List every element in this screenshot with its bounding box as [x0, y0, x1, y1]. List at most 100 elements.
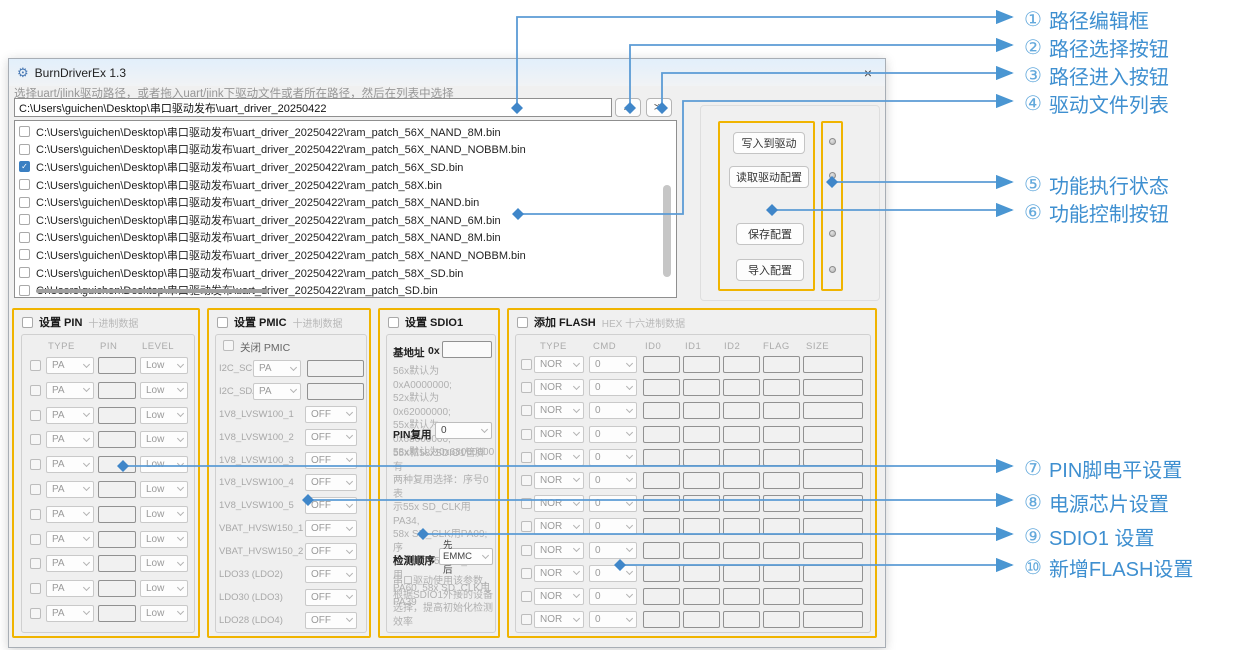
- pmic-switch-select[interactable]: OFF: [305, 520, 357, 537]
- flash-size-input[interactable]: [803, 611, 863, 628]
- pin-row-checkbox[interactable]: [30, 558, 41, 569]
- flash-id2-input[interactable]: [723, 402, 760, 419]
- pin-number-input[interactable]: [98, 506, 136, 523]
- flash-id2-input[interactable]: [723, 542, 760, 559]
- pin-row-checkbox[interactable]: [30, 360, 41, 371]
- file-list-item[interactable]: C:\Users\guichen\Desktop\串口驱动发布\uart_dri…: [15, 176, 676, 194]
- flash-id2-input[interactable]: [723, 588, 760, 605]
- file-list-item[interactable]: C:\Users\guichen\Desktop\串口驱动发布\uart_dri…: [15, 246, 676, 264]
- flash-row-checkbox[interactable]: [521, 614, 532, 625]
- flash-row-checkbox[interactable]: [521, 475, 532, 486]
- file-list-item[interactable]: C:\Users\guichen\Desktop\串口驱动发布\uart_dri…: [15, 141, 676, 159]
- flash-id1-input[interactable]: [683, 472, 720, 489]
- flash-type-select[interactable]: NOR: [534, 542, 584, 559]
- flash-type-select[interactable]: NOR: [534, 426, 584, 443]
- file-item-checkbox[interactable]: [19, 267, 30, 278]
- pin-level-select[interactable]: Low: [140, 555, 188, 572]
- flash-size-input[interactable]: [803, 426, 863, 443]
- flash-id2-input[interactable]: [723, 356, 760, 373]
- pin-type-select[interactable]: PA: [46, 382, 94, 399]
- pin-type-select[interactable]: PA: [46, 481, 94, 498]
- pmic-switch-select[interactable]: OFF: [305, 452, 357, 469]
- flash-id1-input[interactable]: [683, 611, 720, 628]
- action-button[interactable]: 保存配置: [736, 223, 804, 245]
- flash-type-select[interactable]: NOR: [534, 449, 584, 466]
- flash-id0-input[interactable]: [643, 611, 680, 628]
- flash-id2-input[interactable]: [723, 518, 760, 535]
- file-item-checkbox[interactable]: [19, 214, 30, 225]
- pin-number-input[interactable]: [98, 357, 136, 374]
- detect-order-select[interactable]: 先EMMC后: [439, 548, 493, 565]
- pin-type-select[interactable]: PA: [46, 456, 94, 473]
- pin-mux-select[interactable]: 0: [435, 422, 492, 439]
- pin-row-checkbox[interactable]: [30, 434, 41, 445]
- pin-row-checkbox[interactable]: [30, 608, 41, 619]
- flash-cmd-select[interactable]: 0: [589, 379, 637, 396]
- flash-row-checkbox[interactable]: [521, 382, 532, 393]
- pin-level-select[interactable]: Low: [140, 357, 188, 374]
- flash-row-checkbox[interactable]: [521, 568, 532, 579]
- flash-row-checkbox[interactable]: [521, 405, 532, 416]
- pin-level-select[interactable]: Low: [140, 431, 188, 448]
- path-browse-button[interactable]: …: [615, 98, 641, 117]
- flash-cmd-select[interactable]: 0: [589, 588, 637, 605]
- flash-flag-input[interactable]: [763, 611, 800, 628]
- pin-type-select[interactable]: PA: [46, 580, 94, 597]
- close-button[interactable]: ×: [851, 59, 885, 86]
- pin-enable-checkbox[interactable]: [22, 317, 33, 328]
- pin-number-input[interactable]: [98, 456, 136, 473]
- flash-size-input[interactable]: [803, 472, 863, 489]
- flash-id2-input[interactable]: [723, 472, 760, 489]
- pin-level-select[interactable]: Low: [140, 531, 188, 548]
- file-list-item[interactable]: C:\Users\guichen\Desktop\串口驱动发布\uart_dri…: [15, 229, 676, 247]
- action-button[interactable]: 导入配置: [736, 259, 804, 281]
- file-item-checkbox[interactable]: [19, 232, 30, 243]
- flash-size-input[interactable]: [803, 449, 863, 466]
- pin-level-select[interactable]: Low: [140, 456, 188, 473]
- action-button[interactable]: 读取驱动配置: [729, 166, 809, 188]
- flash-id0-input[interactable]: [643, 426, 680, 443]
- flash-cmd-select[interactable]: 0: [589, 542, 637, 559]
- flash-flag-input[interactable]: [763, 542, 800, 559]
- flash-id2-input[interactable]: [723, 426, 760, 443]
- pin-row-checkbox[interactable]: [30, 385, 41, 396]
- flash-cmd-select[interactable]: 0: [589, 402, 637, 419]
- flash-row-checkbox[interactable]: [521, 452, 532, 463]
- flash-row-checkbox[interactable]: [521, 591, 532, 602]
- flash-id2-input[interactable]: [723, 611, 760, 628]
- sdio-enable-checkbox[interactable]: [388, 317, 399, 328]
- pin-number-input[interactable]: [98, 605, 136, 622]
- flash-enable-checkbox[interactable]: [517, 317, 528, 328]
- pin-number-input[interactable]: [98, 531, 136, 548]
- pin-row-checkbox[interactable]: [30, 534, 41, 545]
- flash-type-select[interactable]: NOR: [534, 472, 584, 489]
- flash-flag-input[interactable]: [763, 449, 800, 466]
- horizontal-scrollbar[interactable]: [36, 289, 269, 293]
- pin-number-input[interactable]: [98, 481, 136, 498]
- flash-type-select[interactable]: NOR: [534, 588, 584, 605]
- flash-size-input[interactable]: [803, 518, 863, 535]
- file-item-checkbox[interactable]: [19, 179, 30, 190]
- file-list-item[interactable]: C:\Users\guichen\Desktop\串口驱动发布\uart_dri…: [15, 211, 676, 229]
- flash-type-select[interactable]: NOR: [534, 356, 584, 373]
- flash-id0-input[interactable]: [643, 588, 680, 605]
- flash-row-checkbox[interactable]: [521, 521, 532, 532]
- pmic-off-checkbox[interactable]: [223, 340, 234, 351]
- file-item-checkbox[interactable]: [19, 144, 30, 155]
- flash-flag-input[interactable]: [763, 565, 800, 582]
- path-enter-button[interactable]: ≫: [646, 98, 672, 117]
- pin-type-select[interactable]: PA: [46, 407, 94, 424]
- file-item-checkbox[interactable]: [19, 126, 30, 137]
- pin-number-input[interactable]: [98, 382, 136, 399]
- flash-flag-input[interactable]: [763, 588, 800, 605]
- flash-id1-input[interactable]: [683, 426, 720, 443]
- flash-flag-input[interactable]: [763, 518, 800, 535]
- pin-row-checkbox[interactable]: [30, 459, 41, 470]
- pin-row-checkbox[interactable]: [30, 583, 41, 594]
- pin-level-select[interactable]: Low: [140, 382, 188, 399]
- flash-id2-input[interactable]: [723, 449, 760, 466]
- flash-flag-input[interactable]: [763, 356, 800, 373]
- file-item-checkbox[interactable]: [19, 249, 30, 260]
- pin-type-select[interactable]: PA: [46, 506, 94, 523]
- pin-row-checkbox[interactable]: [30, 484, 41, 495]
